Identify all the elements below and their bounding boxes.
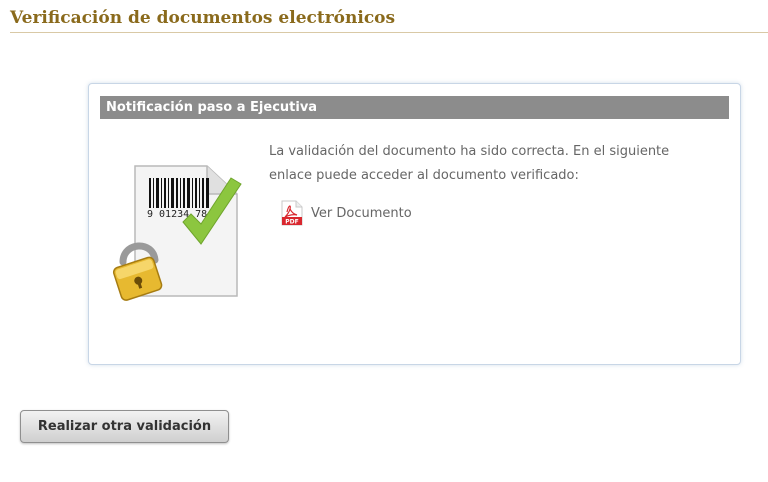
verified-document-icon: 9 01234 78 xyxy=(112,165,242,301)
view-document-label: Ver Documento xyxy=(311,205,412,221)
revalidate-button[interactable]: Realizar otra validación xyxy=(20,410,229,443)
view-document-link[interactable]: PDF Ver Documento xyxy=(281,200,412,226)
pdf-icon-label: PDF xyxy=(285,219,298,226)
validation-message: La validación del documento ha sido corr… xyxy=(269,144,670,183)
notification-panel: Notificación paso a Ejecutiva 9 01234 78 xyxy=(88,83,741,365)
pdf-icon: PDF xyxy=(281,200,303,226)
barcode-digits: 9 01234 78 xyxy=(147,209,207,220)
page-title: Verificación de documentos electrónicos xyxy=(10,8,768,33)
panel-header: Notificación paso a Ejecutiva xyxy=(100,96,729,119)
